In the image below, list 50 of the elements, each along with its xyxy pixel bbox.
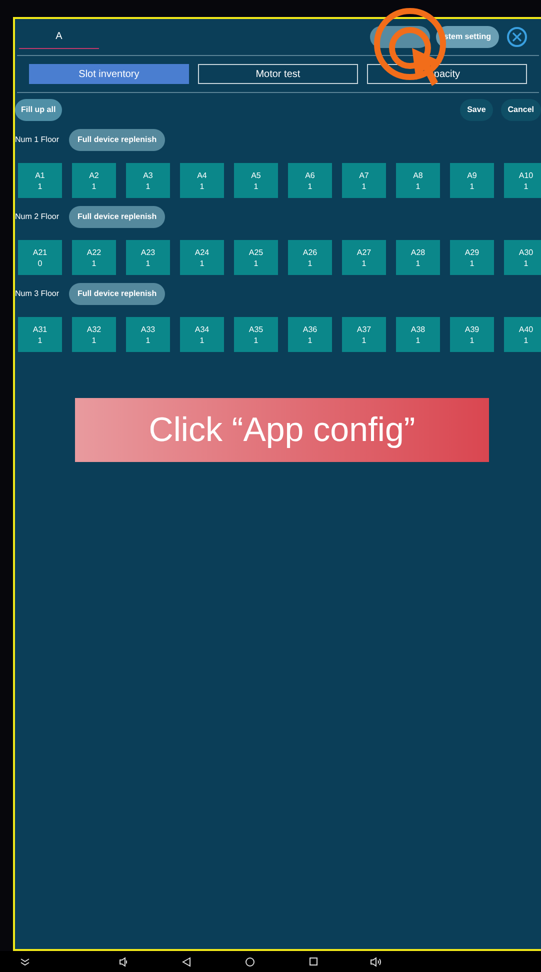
slot-tile[interactable]: A21 0 bbox=[18, 240, 62, 275]
slot-tile[interactable]: A26 1 bbox=[288, 240, 332, 275]
slot-tile[interactable]: A25 1 bbox=[234, 240, 278, 275]
slot-tile[interactable]: A6 1 bbox=[288, 163, 332, 198]
slot-tile[interactable]: A35 1 bbox=[234, 317, 278, 352]
slot-tile[interactable]: A37 1 bbox=[342, 317, 386, 352]
slot-tile[interactable]: A36 1 bbox=[288, 317, 332, 352]
slot-tile[interactable]: A38 1 bbox=[396, 317, 440, 352]
volume-down-icon[interactable] bbox=[119, 956, 128, 966]
slot-tile[interactable]: A3 1 bbox=[126, 163, 170, 198]
slot-tile[interactable]: A32 1 bbox=[72, 317, 116, 352]
close-icon[interactable] bbox=[507, 27, 527, 47]
slot-tile[interactable]: A9 1 bbox=[450, 163, 494, 198]
slot-tile[interactable]: A27 1 bbox=[342, 240, 386, 275]
floor-label: Num 3 Floor bbox=[15, 288, 60, 300]
slot-tile[interactable]: A22 1 bbox=[72, 240, 116, 275]
slot-tile[interactable]: A33 1 bbox=[126, 317, 170, 352]
header-tab[interactable]: A bbox=[19, 25, 99, 49]
slot-tile[interactable]: A31 1 bbox=[18, 317, 62, 352]
action-button[interactable]: Save bbox=[460, 99, 493, 121]
instruction-banner: Click “App config” bbox=[75, 398, 489, 462]
tab[interactable]: Slot inventory bbox=[29, 64, 189, 84]
volume-up-icon[interactable] bbox=[370, 956, 382, 966]
replenish-button[interactable]: Full device replenish bbox=[69, 206, 166, 228]
back-icon[interactable] bbox=[182, 956, 191, 966]
slot-tile[interactable]: A10 1 bbox=[504, 163, 541, 198]
slot-tile[interactable]: A2 1 bbox=[72, 163, 116, 198]
replenish-button[interactable]: Full device replenish bbox=[69, 283, 166, 305]
slot-tile[interactable]: A30 1 bbox=[504, 240, 541, 275]
slot-tile[interactable]: A40 1 bbox=[504, 317, 541, 352]
slot-tile[interactable]: A34 1 bbox=[180, 317, 224, 352]
home-icon[interactable] bbox=[245, 956, 255, 966]
slot-tile[interactable]: A1 1 bbox=[18, 163, 62, 198]
action-button[interactable]: Cancel bbox=[500, 99, 541, 121]
slot-tile[interactable]: A28 1 bbox=[396, 240, 440, 275]
tab[interactable]: Motor test bbox=[198, 64, 358, 84]
slot-tile[interactable]: A7 1 bbox=[342, 163, 386, 198]
replenish-button[interactable]: Full device replenish bbox=[69, 129, 166, 151]
slot-tile[interactable]: A29 1 bbox=[450, 240, 494, 275]
recents-icon[interactable] bbox=[309, 957, 318, 966]
floor-label: Num 1 Floor bbox=[15, 134, 60, 146]
slot-tile[interactable]: A24 1 bbox=[180, 240, 224, 275]
floor-label: Num 2 Floor bbox=[15, 211, 60, 223]
slot-tile[interactable]: A23 1 bbox=[126, 240, 170, 275]
chevron-down-icon[interactable] bbox=[20, 958, 30, 966]
slot-tile[interactable]: A5 1 bbox=[234, 163, 278, 198]
slot-tile[interactable]: A39 1 bbox=[450, 317, 494, 352]
fill-up-all-button[interactable]: Fill up all bbox=[15, 99, 62, 121]
slot-tile[interactable]: A8 1 bbox=[396, 163, 440, 198]
slot-tile[interactable]: A4 1 bbox=[180, 163, 224, 198]
